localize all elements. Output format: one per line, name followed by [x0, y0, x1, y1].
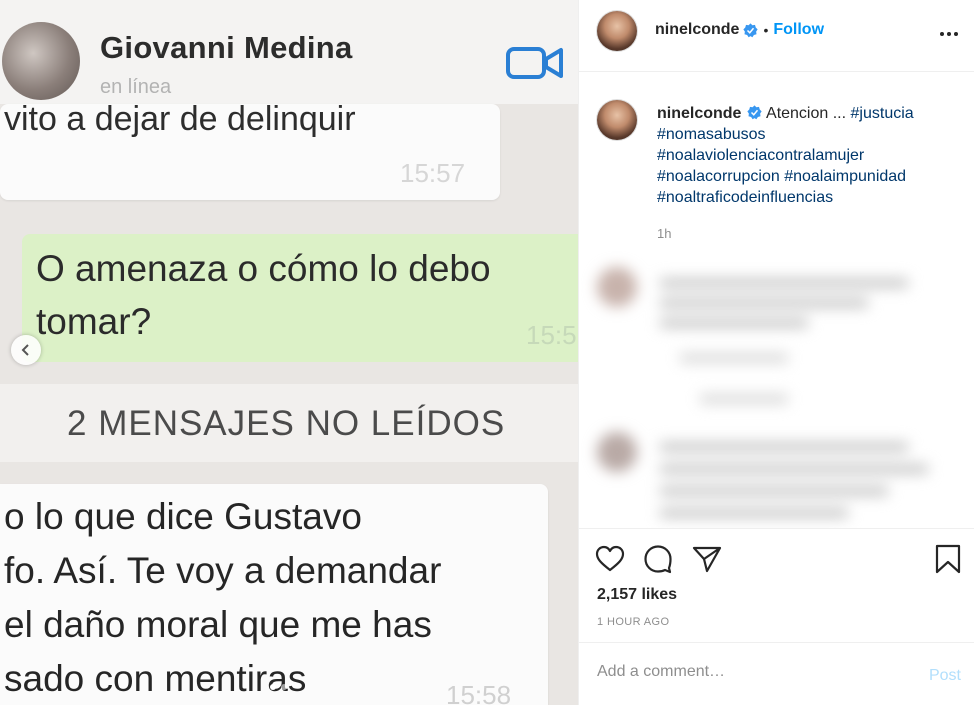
- chat-message-time: 15:57: [400, 158, 466, 188]
- hashtag-link[interactable]: #justucia: [851, 105, 914, 122]
- likes-count[interactable]: 2,157 likes: [597, 586, 677, 604]
- whatsapp-contact-avatar: [2, 22, 80, 100]
- hashtag-link[interactable]: #noalaimpunidad: [784, 168, 906, 185]
- unread-messages-divider: 2 MENSAJES NO LEÍDOS: [0, 384, 578, 462]
- post-author: ninelconde • Follow: [655, 21, 824, 39]
- chat-message-line: el daño moral que me has: [4, 604, 432, 645]
- comment-icon[interactable]: [643, 544, 673, 574]
- chat-bubble-outgoing: O amenaza o cómo lo debo tomar? 15:5: [22, 234, 578, 362]
- whatsapp-contact-status: en línea: [100, 76, 172, 98]
- chat-bubble-incoming: vito a dejar de delinquir 15:57: [0, 100, 500, 200]
- more-options-icon: [940, 32, 958, 36]
- post-caption: ninelconde Atencion ... #justucia #nomas…: [657, 103, 957, 208]
- comment-input[interactable]: [597, 663, 897, 681]
- whatsapp-contact-name: Giovanni Medina: [100, 30, 353, 65]
- follow-button[interactable]: Follow: [773, 21, 824, 39]
- unread-messages-label: 2 MENSAJES NO LEÍDOS: [67, 404, 506, 443]
- add-comment-bar: Post: [579, 642, 974, 705]
- whatsapp-header: Giovanni Medina en línea: [0, 0, 578, 104]
- chat-message-line: fo. Así. Te voy a demandar: [4, 550, 442, 591]
- carousel-dot: [281, 684, 287, 690]
- chat-message-time: 15:5: [526, 320, 577, 350]
- caption-text: Atencion ...: [766, 105, 847, 122]
- post-media[interactable]: Giovanni Medina en línea vito a dejar de…: [0, 0, 578, 705]
- video-call-icon: [506, 47, 563, 79]
- caption-username-link[interactable]: ninelconde: [657, 105, 741, 122]
- carousel-prev-button[interactable]: [11, 335, 41, 365]
- chat-message-text: vito a dejar de delinquir: [4, 100, 356, 138]
- avatar[interactable]: [597, 11, 637, 51]
- author-username-link[interactable]: ninelconde: [655, 21, 739, 39]
- post-header: ninelconde • Follow: [579, 0, 974, 72]
- post-actions: 2,157 likes 1 HOUR AGO: [579, 528, 974, 640]
- separator-dot: •: [763, 22, 769, 38]
- hashtag-link[interactable]: #noaltraficodeinfluencias: [657, 189, 833, 206]
- chat-message-text: O amenaza o cómo lo debo tomar?: [36, 248, 491, 342]
- comments-section[interactable]: ninelconde Atencion ... #justucia #nomas…: [579, 72, 974, 528]
- carousel-dots: [270, 684, 287, 690]
- share-icon[interactable]: [692, 544, 722, 574]
- caption-timestamp: 1h: [657, 226, 672, 241]
- chat-bubble-incoming: o lo que dice Gustavo fo. Así. Te voy a …: [0, 484, 548, 705]
- post-comment-button[interactable]: Post: [929, 667, 961, 685]
- post-side-panel: ninelconde • Follow ninelconde Atencion …: [578, 0, 974, 705]
- hashtag-link[interactable]: #noalaviolenciacontralamujer: [657, 147, 864, 164]
- bookmark-icon[interactable]: [933, 544, 963, 574]
- hashtag-link[interactable]: #nomasabusos: [657, 126, 766, 143]
- verified-badge-icon: [743, 22, 759, 37]
- chat-message-line: o lo que dice Gustavo: [4, 496, 362, 537]
- post-timestamp[interactable]: 1 HOUR AGO: [597, 616, 669, 628]
- heart-icon[interactable]: [595, 544, 625, 574]
- carousel-dot: [270, 684, 276, 690]
- hashtag-link[interactable]: #noalacorrupcion: [657, 168, 780, 185]
- chat-message-line: sado con mentiras: [4, 658, 307, 699]
- chevron-left-icon: [21, 344, 29, 356]
- avatar[interactable]: [597, 100, 637, 140]
- chat-message-time: 15:58: [446, 680, 512, 705]
- verified-badge-icon: [747, 105, 763, 120]
- more-options-button[interactable]: [937, 22, 961, 46]
